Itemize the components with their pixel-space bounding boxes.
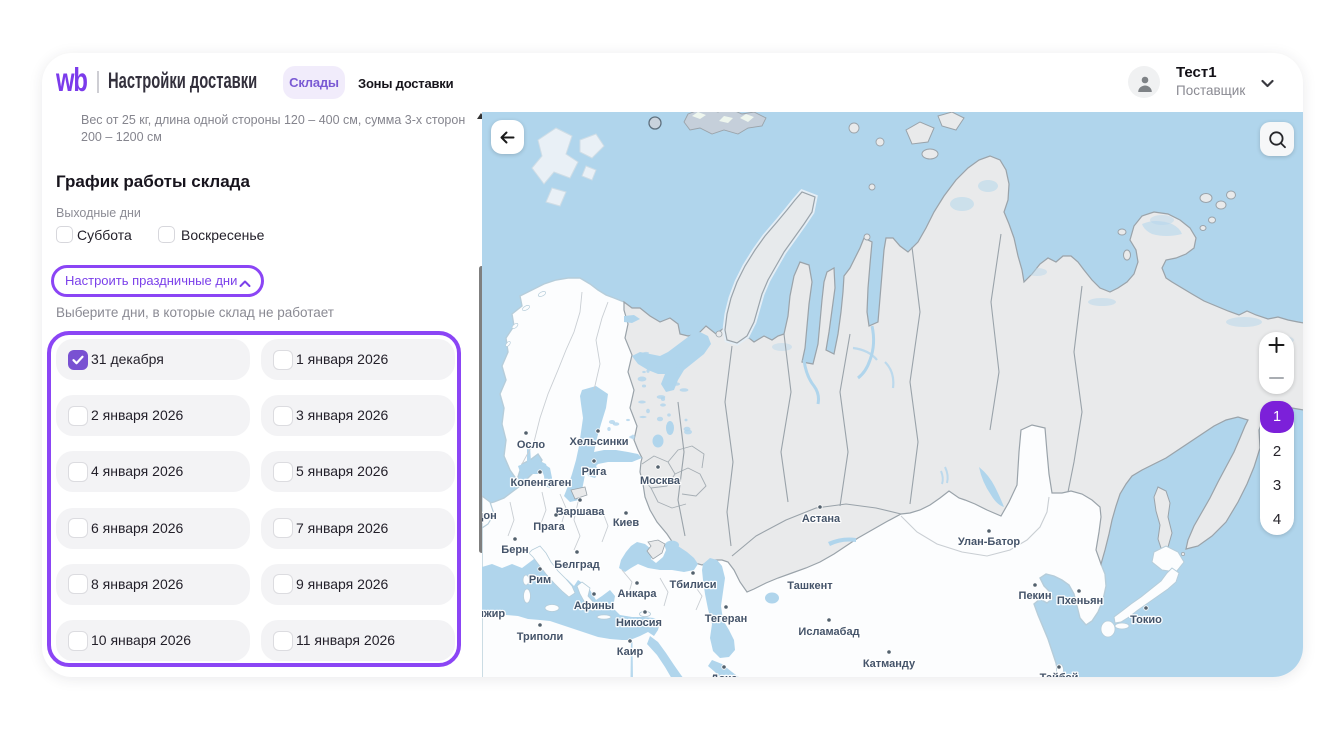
svg-text:Триполи: Триполи [517,631,564,643]
svg-text:Ташкент: Ташкент [787,580,833,592]
svg-text:Пхеньян: Пхеньян [1057,595,1103,607]
svg-text:Астана: Астана [802,513,841,525]
svg-text:Тайбэй: Тайбэй [1040,672,1079,677]
svg-text:Тегеран: Тегеран [705,613,747,625]
svg-text:Катманду: Катманду [863,658,916,670]
svg-text:Прага: Прага [533,521,565,533]
svg-text:Лондон: Лондон [482,510,497,522]
svg-text:Доха: Доха [711,673,739,677]
svg-text:Каир: Каир [617,646,644,658]
svg-text:Тбилиси: Тбилиси [670,579,717,591]
svg-text:Берн: Берн [501,544,528,556]
svg-text:Афины: Афины [574,600,614,612]
svg-text:Исламабад: Исламабад [798,626,859,638]
svg-text:Улан-Батор: Улан-Батор [958,536,1021,548]
svg-text:Копенгаген: Копенгаген [511,477,572,489]
svg-text:Никосия: Никосия [616,617,662,629]
svg-text:Анкара: Анкара [617,588,657,600]
svg-text:Рим: Рим [529,574,551,586]
svg-text:Москва: Москва [640,475,681,487]
svg-text:Алжир: Алжир [482,608,505,620]
svg-text:Киев: Киев [613,517,640,529]
svg-text:Пекин: Пекин [1019,590,1052,602]
svg-text:Осло: Осло [517,439,546,451]
svg-text:Варшава: Варшава [556,506,606,518]
svg-text:Белград: Белград [554,559,599,571]
svg-text:Токио: Токио [1130,614,1162,626]
svg-text:Рига: Рига [582,466,608,478]
svg-text:Хельсинки: Хельсинки [570,436,629,448]
